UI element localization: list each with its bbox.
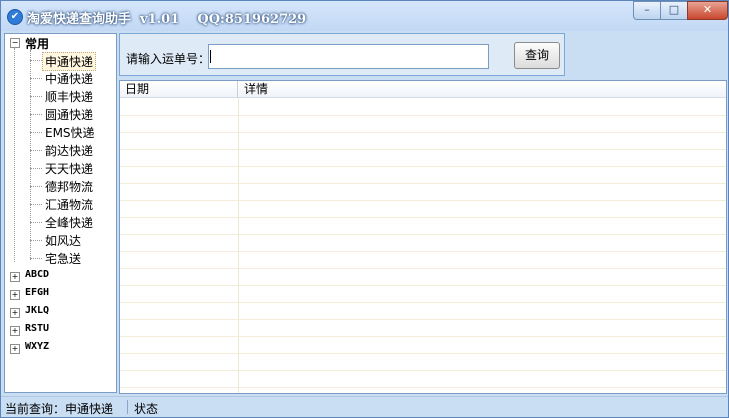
expand-icon[interactable]: +	[10, 308, 20, 318]
expand-icon[interactable]: +	[10, 290, 20, 300]
tree-connector	[30, 150, 42, 151]
tree-connector	[30, 168, 42, 169]
results-table[interactable]: 日期 详情	[119, 80, 727, 394]
column-header-detail[interactable]: 详情	[238, 81, 726, 98]
tree-category[interactable]: JKLQ	[25, 305, 49, 316]
tree-category[interactable]: WXYZ	[25, 341, 49, 352]
tree-connector	[30, 222, 42, 223]
status-current-query: 当前查询：申通快递	[5, 402, 114, 416]
tree-category[interactable]: RSTU	[25, 323, 49, 334]
title-bar[interactable]: ✔ 淘爱快递查询助手 v1.01 QQ:851962729 – □ ✕	[1, 1, 728, 31]
column-divider	[238, 98, 239, 393]
grid-line	[120, 302, 726, 303]
collapse-icon[interactable]: −	[10, 38, 20, 48]
app-logo-icon: ✔	[7, 9, 23, 25]
grid-line	[120, 251, 726, 252]
grid-line	[120, 115, 726, 116]
courier-item[interactable]: 天天快递	[45, 160, 93, 177]
grid-line	[120, 387, 726, 388]
courier-item[interactable]: 圆通快递	[45, 106, 93, 123]
courier-item[interactable]: 申通快递	[42, 52, 97, 71]
tree-root-common[interactable]: 常用	[25, 35, 49, 52]
text-caret	[210, 50, 211, 63]
grid-line	[120, 353, 726, 354]
grid-line	[120, 166, 726, 167]
courier-item[interactable]: 中通快递	[45, 70, 93, 87]
expand-icon[interactable]: +	[10, 344, 20, 354]
tree-connector	[30, 60, 42, 61]
query-button[interactable]: 查询	[514, 42, 560, 69]
minimize-button[interactable]: –	[633, 1, 661, 20]
courier-item[interactable]: 顺丰快递	[45, 88, 93, 105]
tree-category[interactable]: EFGH	[25, 287, 49, 298]
tree-connector	[30, 50, 31, 260]
grid-line	[120, 200, 726, 201]
app-window: ✔ 淘爱快递查询助手 v1.01 QQ:851962729 – □ ✕ − 常用…	[0, 0, 729, 418]
status-state: 状态	[134, 402, 159, 416]
grid-line	[120, 285, 726, 286]
grid-line	[120, 268, 726, 269]
courier-item[interactable]: 汇通物流	[45, 196, 93, 213]
search-panel: 请输入运单号： 查询	[119, 33, 565, 76]
tree-connector	[30, 204, 42, 205]
tree-connector	[30, 240, 42, 241]
maximize-button[interactable]: □	[660, 1, 688, 20]
courier-item[interactable]: EMS快递	[45, 124, 95, 141]
tree-connector	[30, 132, 42, 133]
courier-item[interactable]: 宅急送	[45, 250, 81, 267]
window-title: 淘爱快递查询助手 v1.01 QQ:851962729	[27, 12, 307, 27]
tree-connector	[30, 96, 42, 97]
tracking-number-input[interactable]	[208, 44, 489, 69]
status-divider	[127, 400, 128, 414]
tree-connector	[30, 78, 42, 79]
courier-item[interactable]: 德邦物流	[45, 178, 93, 195]
close-button[interactable]: ✕	[687, 1, 728, 20]
expand-icon[interactable]: +	[10, 272, 20, 282]
grid-line	[120, 370, 726, 371]
grid-line	[120, 336, 726, 337]
grid-line	[120, 132, 726, 133]
courier-tree[interactable]: − 常用 申通快递 中通快递 顺丰快递 圆通快递 EMS快递 韵达快递 天天快递 德邦物流 汇通…	[4, 33, 117, 393]
courier-item[interactable]: 全峰快递	[45, 214, 93, 231]
courier-item[interactable]: 韵达快递	[45, 142, 93, 159]
tree-category[interactable]: ABCD	[25, 269, 49, 280]
grid-line	[120, 183, 726, 184]
tree-connector	[30, 114, 42, 115]
tree-connector	[30, 186, 42, 187]
grid-line	[120, 234, 726, 235]
expand-icon[interactable]: +	[10, 326, 20, 336]
courier-item[interactable]: 如风达	[45, 232, 81, 249]
grid-line	[120, 217, 726, 218]
status-bar: 当前查询：申通快递 状态	[1, 396, 728, 417]
tracking-number-label: 请输入运单号：	[126, 52, 211, 66]
tree-connector	[14, 48, 15, 262]
tree-connector	[30, 258, 42, 259]
grid-line	[120, 319, 726, 320]
column-header-date[interactable]: 日期	[120, 81, 238, 98]
grid-line	[120, 149, 726, 150]
